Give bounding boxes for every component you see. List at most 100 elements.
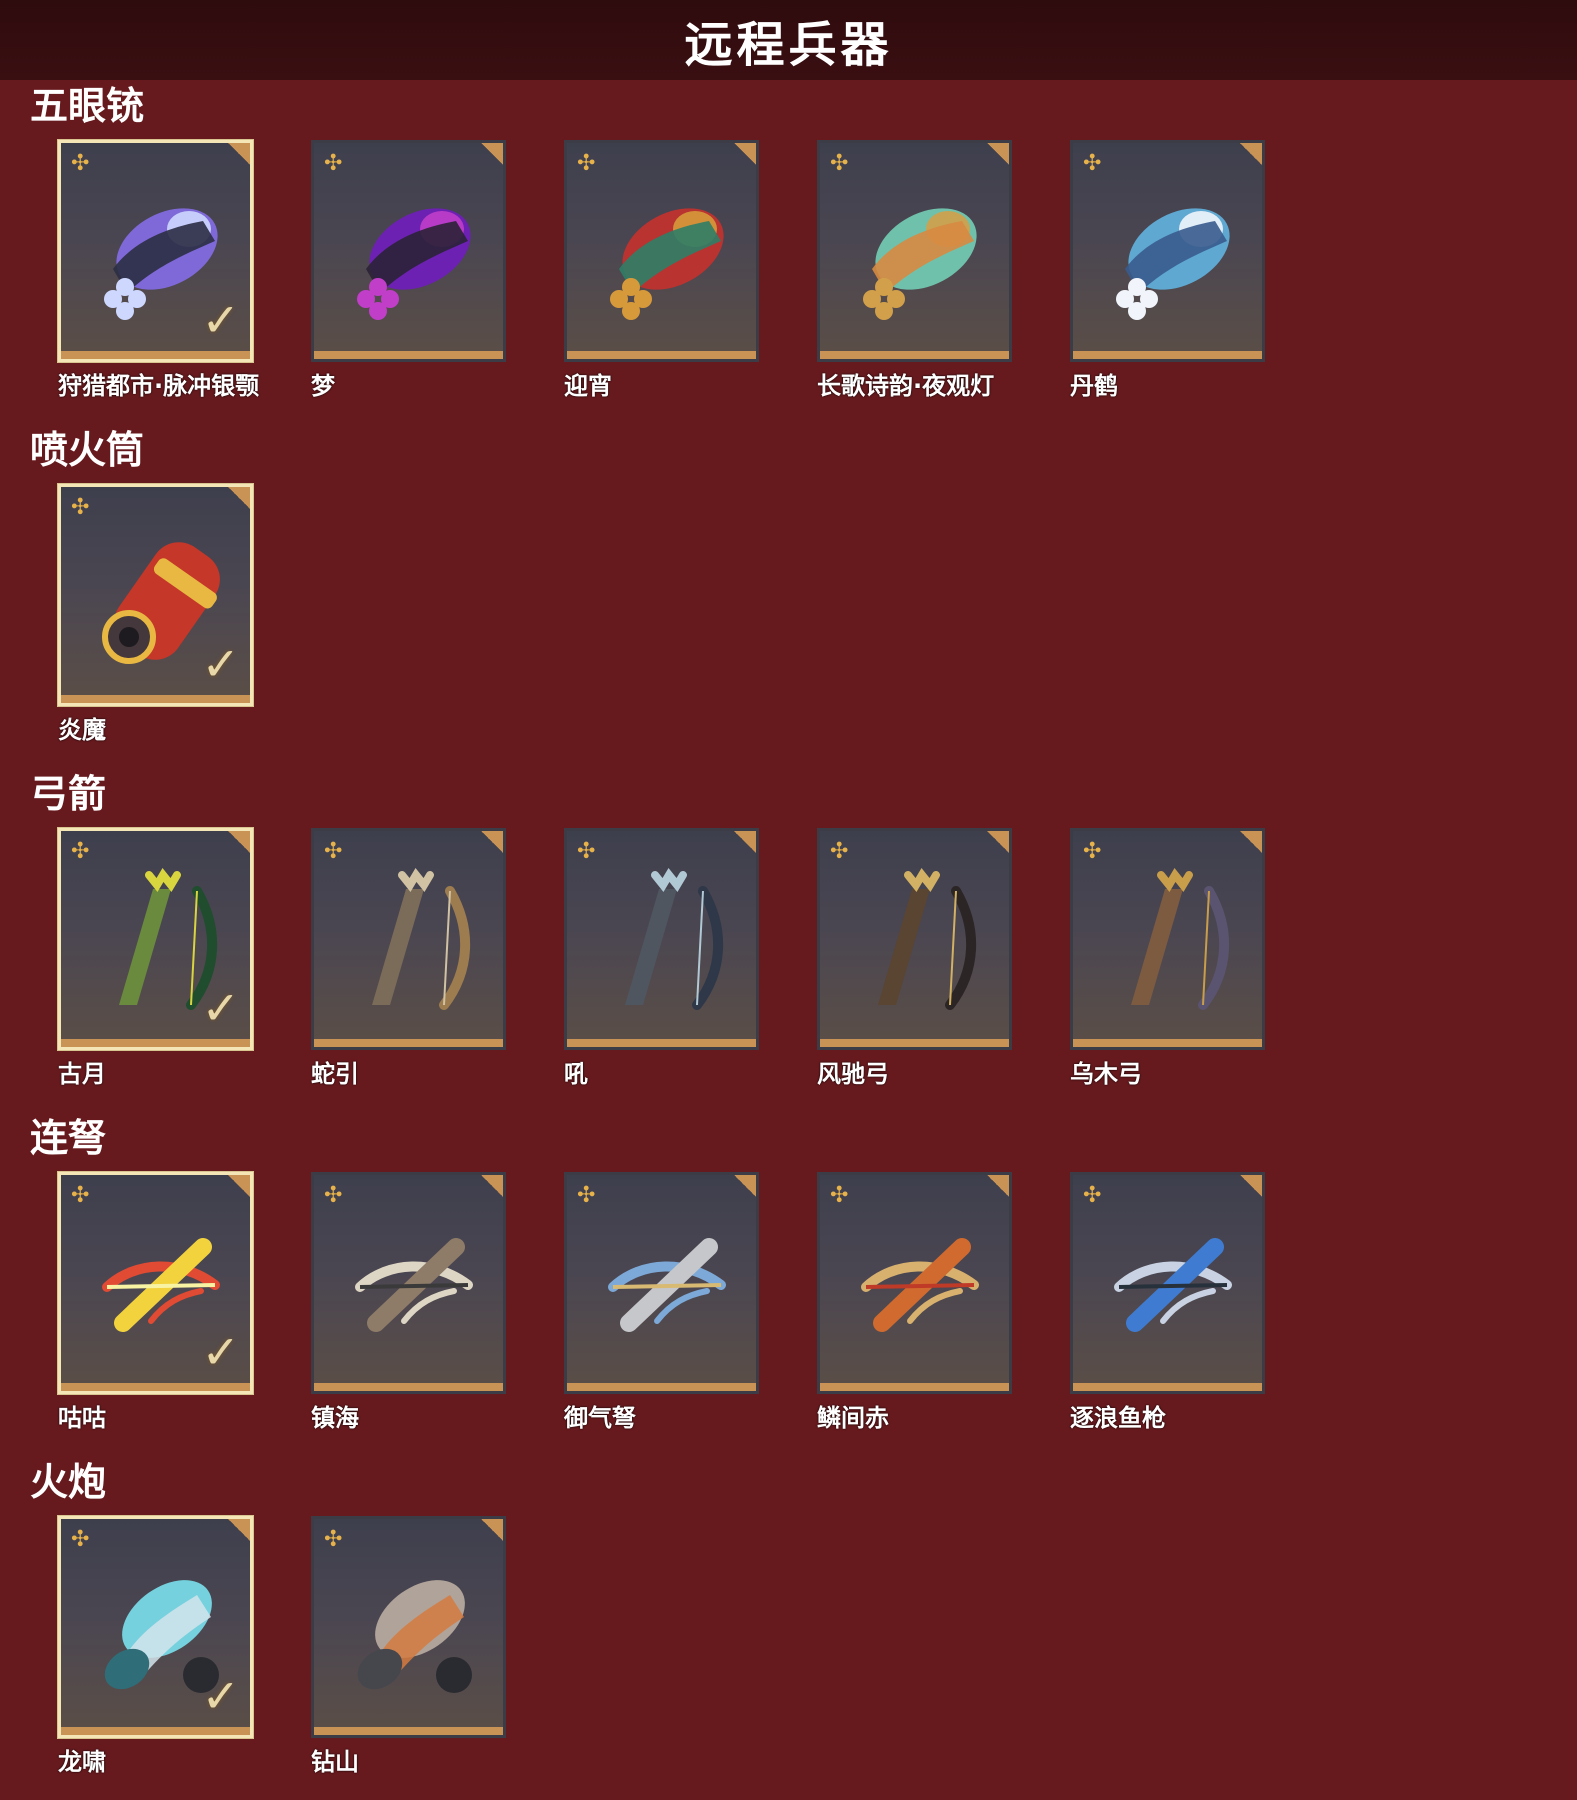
weapon-name: 丹鹤: [1070, 372, 1118, 400]
weapon-card[interactable]: ✣: [311, 828, 506, 1050]
weapon-card[interactable]: ✣: [564, 828, 759, 1050]
weapon-name: 古月: [58, 1060, 106, 1088]
equipped-check-icon: ✓: [201, 1325, 240, 1379]
weapon-item[interactable]: ✣ 钻山: [311, 1516, 506, 1777]
weapon-art-gun-icon: [357, 208, 471, 320]
weapon-item[interactable]: ✣ 镇海: [311, 1172, 506, 1433]
corner-icon: [1240, 143, 1262, 165]
weapon-name: 长歌诗韵·夜观灯: [817, 372, 995, 400]
weapon-item[interactable]: ✣ 迎宵: [564, 140, 759, 401]
weapon-name: 乌木弓: [1070, 1060, 1142, 1088]
weapon-art-bow-icon: [878, 868, 976, 1010]
weapon-card[interactable]: ✣: [1070, 1172, 1265, 1394]
weapon-name: 蛇引: [311, 1060, 359, 1088]
weapon-name: 风驰弓: [817, 1060, 889, 1088]
corner-icon: [481, 143, 503, 165]
weapon-card[interactable]: ✣: [817, 140, 1012, 362]
weapon-card[interactable]: ✣ ✓: [58, 484, 253, 706]
weapon-item[interactable]: ✣ 吼: [564, 828, 759, 1089]
section-title: 喷火筒: [30, 428, 145, 472]
weapon-card[interactable]: ✣: [311, 1516, 506, 1738]
weapon-card[interactable]: ✣: [1070, 828, 1265, 1050]
equipped-check-icon: ✓: [201, 293, 240, 347]
corner-icon: [481, 1175, 503, 1197]
section-lianu: 连弩 ✣ ✓ 咕咕 ✣ 镇海 ✣ 御气弩 ✣ 鳞间赤 ✣ 逐浪鱼枪: [0, 1112, 1577, 1456]
weapon-item[interactable]: ✣ 蛇引: [311, 828, 506, 1089]
weapon-item[interactable]: ✣ 风驰弓: [817, 828, 1012, 1089]
weapon-card[interactable]: ✣ ✓: [58, 140, 253, 362]
weapon-art-crossbow-icon: [608, 1238, 726, 1332]
weapon-item[interactable]: ✣ 长歌诗韵·夜观灯: [817, 140, 1012, 401]
weapon-card[interactable]: ✣ ✓: [58, 1172, 253, 1394]
corner-icon: [1240, 1175, 1262, 1197]
weapon-art-bow-icon: [1131, 868, 1229, 1010]
weapon-art-gun-icon: [1116, 208, 1230, 320]
weapon-art-crossbow-icon: [861, 1238, 979, 1332]
section-title: 五眼铳: [30, 84, 145, 128]
weapon-item[interactable]: ✣ ✓ 古月: [58, 828, 253, 1089]
section-title: 连弩: [30, 1116, 107, 1160]
section-title: 弓箭: [30, 772, 107, 816]
weapon-card[interactable]: ✣: [1070, 140, 1265, 362]
corner-icon: [987, 1175, 1009, 1197]
section-huopao: 火炮 ✣ ✓ 龙啸 ✣ 钻山: [0, 1456, 1577, 1800]
weapon-name: 梦: [311, 372, 335, 400]
corner-icon: [734, 143, 756, 165]
weapon-card[interactable]: ✣ ✓: [58, 1516, 253, 1738]
weapon-item[interactable]: ✣ 鳞间赤: [817, 1172, 1012, 1433]
corner-icon: [228, 1519, 250, 1541]
weapon-name: 迎宵: [564, 372, 612, 400]
weapon-name: 吼: [564, 1060, 588, 1088]
weapon-item[interactable]: ✣ 逐浪鱼枪: [1070, 1172, 1265, 1433]
weapon-name: 钻山: [311, 1748, 359, 1776]
weapon-art-gun-icon: [610, 208, 724, 320]
weapon-name: 逐浪鱼枪: [1070, 1404, 1166, 1432]
weapon-item[interactable]: ✣ 丹鹤: [1070, 140, 1265, 401]
weapon-name: 镇海: [311, 1404, 359, 1432]
corner-icon: [228, 143, 250, 165]
weapon-item[interactable]: ✣ ✓ 咕咕: [58, 1172, 253, 1433]
weapon-name: 鳞间赤: [817, 1404, 889, 1432]
corner-icon: [987, 831, 1009, 853]
weapon-item[interactable]: ✣ 梦: [311, 140, 506, 401]
weapon-item[interactable]: ✣ ✓ 炎魔: [58, 484, 253, 745]
corner-icon: [228, 1175, 250, 1197]
weapon-card[interactable]: ✣: [817, 828, 1012, 1050]
weapon-card[interactable]: ✣: [564, 140, 759, 362]
weapon-card[interactable]: ✣: [311, 1172, 506, 1394]
weapon-item[interactable]: ✣ 乌木弓: [1070, 828, 1265, 1089]
weapon-item[interactable]: ✣ 御气弩: [564, 1172, 759, 1433]
weapon-art-gun-icon: [863, 208, 977, 320]
equipped-check-icon: ✓: [201, 981, 240, 1035]
weapon-art-bow-icon: [372, 868, 470, 1010]
section-gongjian: 弓箭 ✣ ✓ 古月 ✣ 蛇引 ✣ 吼 ✣ 风驰弓 ✣ 乌木弓: [0, 768, 1577, 1112]
corner-icon: [481, 1519, 503, 1541]
weapon-name: 御气弩: [564, 1404, 636, 1432]
weapon-name: 龙啸: [58, 1748, 106, 1776]
weapon-art-crossbow-icon: [1114, 1238, 1232, 1332]
corner-icon: [734, 831, 756, 853]
corner-icon: [1240, 831, 1262, 853]
equipped-check-icon: ✓: [201, 1669, 240, 1723]
weapon-art-bow-icon: [625, 868, 723, 1010]
weapon-card[interactable]: ✣: [564, 1172, 759, 1394]
weapon-card[interactable]: ✣ ✓: [58, 828, 253, 1050]
corner-icon: [228, 487, 250, 509]
equipped-check-icon: ✓: [201, 637, 240, 691]
weapon-card[interactable]: ✣: [311, 140, 506, 362]
corner-icon: [481, 831, 503, 853]
weapon-art-crossbow-icon: [355, 1238, 473, 1332]
weapon-card[interactable]: ✣: [817, 1172, 1012, 1394]
corner-icon: [987, 143, 1009, 165]
section-wuyanchong: 五眼铳 ✣ ✓ 狩猎都市·脉冲银颚 ✣ 梦 ✣ 迎宵 ✣ 长歌诗韵·夜观灯 ✣ …: [0, 80, 1577, 424]
weapon-name: 炎魔: [58, 716, 106, 744]
weapon-item[interactable]: ✣ ✓ 狩猎都市·脉冲银颚: [58, 140, 259, 401]
section-penhuotong: 喷火筒 ✣ ✓ 炎魔: [0, 424, 1577, 768]
weapon-name: 咕咕: [58, 1404, 106, 1432]
corner-icon: [228, 831, 250, 853]
header-bar: 远程兵器: [0, 0, 1577, 80]
weapon-art-cannon-icon: [357, 1580, 472, 1693]
weapon-item[interactable]: ✣ ✓ 龙啸: [58, 1516, 253, 1777]
corner-icon: [734, 1175, 756, 1197]
page-title: 远程兵器: [684, 17, 893, 73]
